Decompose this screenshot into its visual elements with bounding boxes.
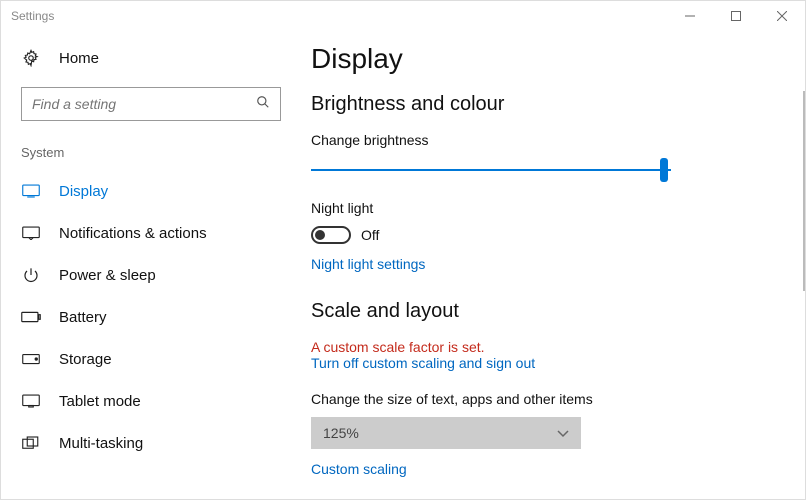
power-icon (21, 267, 41, 283)
nav-item-label: Storage (59, 351, 112, 368)
maximize-button[interactable] (713, 1, 759, 31)
chevron-down-icon (557, 425, 569, 441)
night-light-settings-link[interactable]: Night light settings (311, 256, 425, 272)
scale-size-label: Change the size of text, apps and other … (311, 391, 765, 407)
nav-item-label: Notifications & actions (59, 225, 207, 242)
brightness-label: Change brightness (311, 132, 765, 148)
gear-icon (21, 49, 41, 67)
nav-item-label: Display (59, 183, 108, 200)
window-controls (667, 1, 805, 31)
page-title: Display (311, 43, 765, 75)
category-label: System (21, 145, 281, 160)
display-icon (21, 184, 41, 198)
nav-item-storage[interactable]: Storage (21, 338, 281, 380)
storage-icon (21, 353, 41, 365)
night-light-label: Night light (311, 200, 765, 216)
search-input[interactable] (32, 96, 256, 112)
scale-dropdown-value: 125% (323, 425, 359, 441)
home-label: Home (59, 50, 99, 67)
nav-item-label: Tablet mode (59, 393, 141, 410)
night-light-toggle[interactable] (311, 226, 351, 244)
turn-off-scaling-link[interactable]: Turn off custom scaling and sign out (311, 355, 535, 371)
nav-item-label: Power & sleep (59, 267, 156, 284)
scrollbar[interactable] (803, 91, 805, 291)
minimize-button[interactable] (667, 1, 713, 31)
main-content: Display Brightness and colour Change bri… (301, 31, 805, 499)
scale-dropdown[interactable]: 125% (311, 417, 581, 449)
window-title: Settings (11, 9, 54, 23)
slider-track (311, 169, 671, 171)
section-scale: Scale and layout (311, 300, 765, 323)
custom-scaling-link[interactable]: Custom scaling (311, 461, 407, 477)
nav-item-battery[interactable]: Battery (21, 296, 281, 338)
nav-item-label: Multi-tasking (59, 435, 143, 452)
home-button[interactable]: Home (21, 49, 281, 67)
slider-thumb[interactable] (660, 158, 668, 182)
nav-item-multitasking[interactable]: Multi-tasking (21, 422, 281, 464)
titlebar: Settings (1, 1, 805, 31)
tablet-icon (21, 394, 41, 408)
battery-icon (21, 311, 41, 323)
multitasking-icon (21, 436, 41, 450)
nav-item-label: Battery (59, 309, 107, 326)
nav-item-notifications[interactable]: Notifications & actions (21, 212, 281, 254)
toggle-knob (315, 230, 325, 240)
nav-item-tablet[interactable]: Tablet mode (21, 380, 281, 422)
search-box[interactable] (21, 87, 281, 121)
scale-warning: A custom scale factor is set. (311, 339, 765, 355)
nav-item-display[interactable]: Display (21, 170, 281, 212)
notifications-icon (21, 226, 41, 240)
close-button[interactable] (759, 1, 805, 31)
night-light-state: Off (361, 227, 379, 243)
nav-item-power[interactable]: Power & sleep (21, 254, 281, 296)
nav-list: Display Notifications & actions Power & … (21, 170, 281, 464)
search-icon (256, 95, 270, 114)
section-brightness: Brightness and colour (311, 93, 765, 116)
sidebar: Home System Display Notifications & acti… (1, 31, 301, 499)
brightness-slider[interactable] (311, 158, 671, 182)
